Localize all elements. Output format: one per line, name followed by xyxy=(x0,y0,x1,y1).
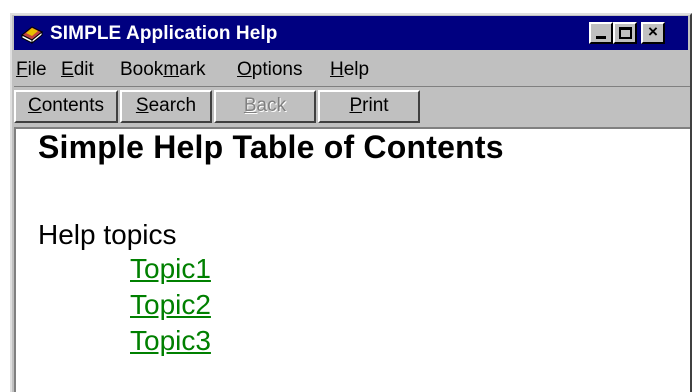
help-topics-heading: Help topics xyxy=(38,219,177,250)
print-button-accel: P xyxy=(349,95,363,116)
menu-bookmark-label: ark xyxy=(179,59,206,80)
menu-file[interactable]: File xyxy=(16,59,47,81)
menu-bookmark-accel: m xyxy=(163,59,180,80)
menu-file-label: ile xyxy=(27,59,47,80)
minimize-button[interactable] xyxy=(589,22,613,44)
search-button[interactable]: Search xyxy=(120,90,212,123)
page-title: Simple Help Table of Contents xyxy=(38,129,504,165)
back-button-label: ack xyxy=(256,95,287,116)
menu-options[interactable]: Options xyxy=(237,59,302,81)
help-window: SIMPLE Application Help × File Edit Book… xyxy=(10,13,692,392)
back-button-accel: B xyxy=(243,95,257,116)
minimize-icon xyxy=(596,36,606,39)
search-button-label: earch xyxy=(148,95,197,116)
menu-bar: File Edit Bookmark Options Help xyxy=(14,53,690,85)
search-button-accel: S xyxy=(135,95,149,116)
topic-link-1[interactable]: Topic1 xyxy=(130,253,211,285)
print-button-label: rint xyxy=(362,95,389,116)
menu-bookmark-prefix: Book xyxy=(120,59,164,80)
window-title: SIMPLE Application Help xyxy=(50,23,278,44)
topic-link-3[interactable]: Topic3 xyxy=(130,325,211,357)
menu-edit[interactable]: Edit xyxy=(61,59,94,81)
help-book-icon xyxy=(21,26,43,44)
menu-edit-label: dit xyxy=(73,59,94,80)
menu-help[interactable]: Help xyxy=(330,59,369,81)
menu-file-accel: F xyxy=(16,59,28,80)
print-button[interactable]: Print xyxy=(318,90,420,123)
menu-edit-accel: E xyxy=(61,59,74,80)
maximize-icon xyxy=(619,27,632,39)
menu-help-label: elp xyxy=(343,59,370,80)
close-button[interactable]: × xyxy=(641,22,665,44)
contents-button-accel: C xyxy=(27,95,42,116)
toolbar: Contents Search Back Print xyxy=(14,86,690,124)
menu-help-accel: H xyxy=(330,59,344,80)
menu-bookmark[interactable]: Bookmark xyxy=(120,59,206,81)
close-icon: × xyxy=(648,22,658,41)
contents-button-label: ontents xyxy=(41,95,105,116)
maximize-button[interactable] xyxy=(613,22,637,44)
title-bar[interactable]: SIMPLE Application Help × xyxy=(14,16,688,50)
menu-options-label: ptions xyxy=(251,59,303,80)
help-content-pane: Simple Help Table of Contents Help topic… xyxy=(14,127,690,392)
back-button[interactable]: Back xyxy=(214,90,316,123)
topic-link-2[interactable]: Topic2 xyxy=(130,289,211,321)
menu-options-accel: O xyxy=(237,59,252,80)
contents-button[interactable]: Contents xyxy=(14,90,118,123)
